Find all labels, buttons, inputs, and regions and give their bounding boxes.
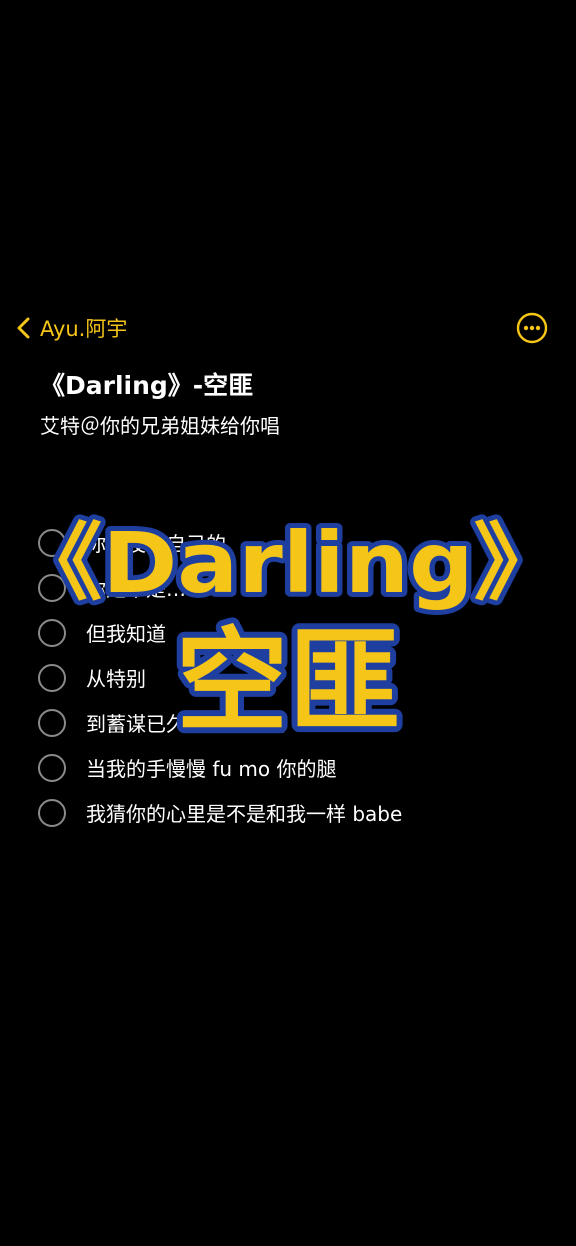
overlay-artist-line: 空匪 (176, 617, 400, 747)
checklist-item: 我猜你的心里是不是和我一样 babe (36, 790, 556, 835)
note-subtitle: 艾特＠你的兄弟姐妹给你唱 (40, 414, 280, 438)
checkbox-circle[interactable] (38, 798, 66, 827)
checklist-item-text[interactable]: 我猜你的心里是不是和我一样 babe (86, 798, 402, 827)
overlay-title-line: 《Darling》 (12, 514, 564, 612)
song-title-overlay: 《Darling》 空匪 (7, 509, 569, 753)
back-button[interactable]: Ayu.阿宇 (14, 308, 127, 348)
back-label: Ayu.阿宇 (40, 317, 128, 341)
ellipsis-circle-icon[interactable] (516, 312, 548, 344)
chevron-left-icon (17, 317, 30, 339)
navigation-bar: Ayu.阿宇 (0, 308, 576, 348)
note-title: 《Darling》-空匪 (40, 371, 254, 400)
